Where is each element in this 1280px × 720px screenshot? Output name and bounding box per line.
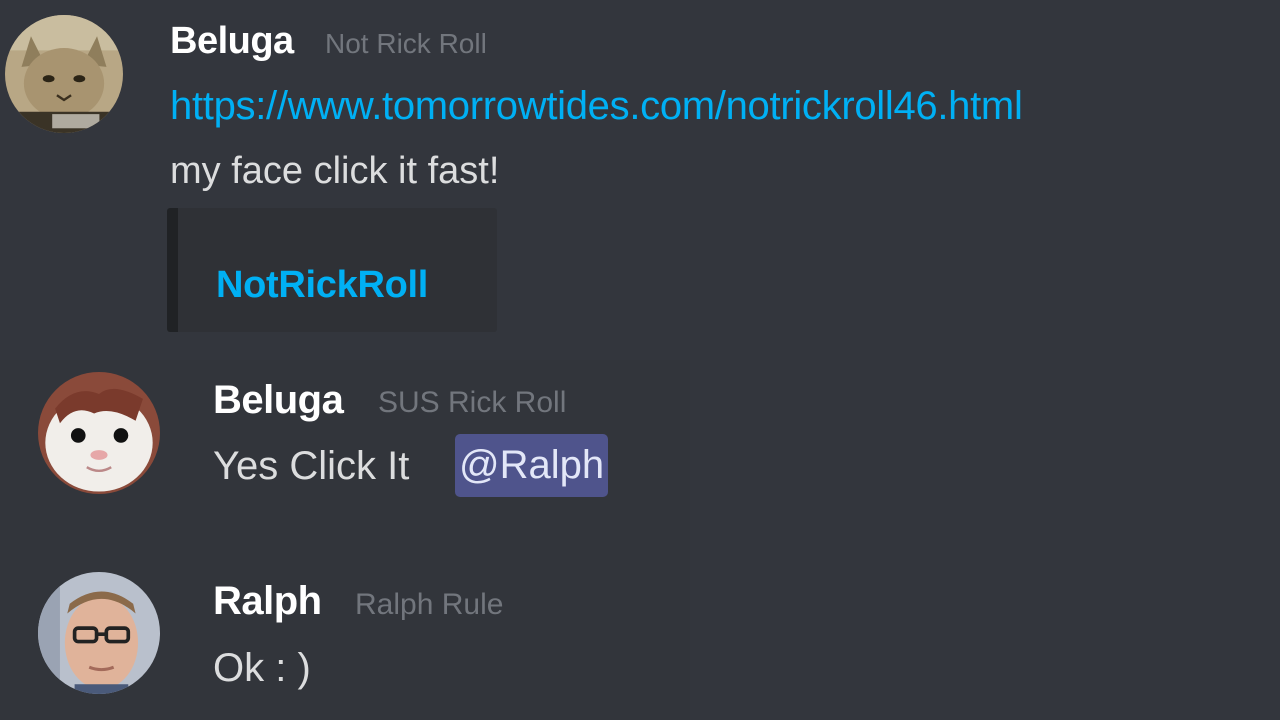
cat-avatar-image [5, 15, 123, 133]
user-tag: Ralph Rule [355, 588, 504, 621]
user-tag: Not Rick Roll [325, 28, 487, 59]
message-text: Ok : ) [213, 646, 311, 690]
username[interactable]: Beluga [170, 20, 294, 63]
chat-window: Beluga Not Rick Roll https://www.tomorro… [0, 0, 1280, 720]
username[interactable]: Beluga [213, 378, 344, 423]
message-group: Beluga SUS Rick Roll Yes Click It @Ralph… [0, 360, 690, 720]
user-tag: SUS Rick Roll [378, 386, 567, 419]
link-embed: NotRickRoll [167, 208, 497, 332]
message-link[interactable]: https://www.tomorrowtides.com/notrickrol… [170, 84, 1023, 129]
username[interactable]: Ralph [213, 579, 322, 624]
beluga-cat-avatar-image [38, 372, 160, 494]
embed-title-link[interactable]: NotRickRoll [216, 264, 428, 307]
person-with-glasses-avatar-image [38, 572, 160, 694]
user-mention[interactable]: @Ralph [455, 434, 609, 497]
person-with-glasses-avatar[interactable] [38, 572, 160, 694]
message-text: my face click it fast! [170, 150, 500, 192]
message-text: Yes Click It [213, 444, 410, 488]
beluga-cat-avatar[interactable] [38, 372, 160, 494]
cat-avatar[interactable] [5, 15, 123, 133]
